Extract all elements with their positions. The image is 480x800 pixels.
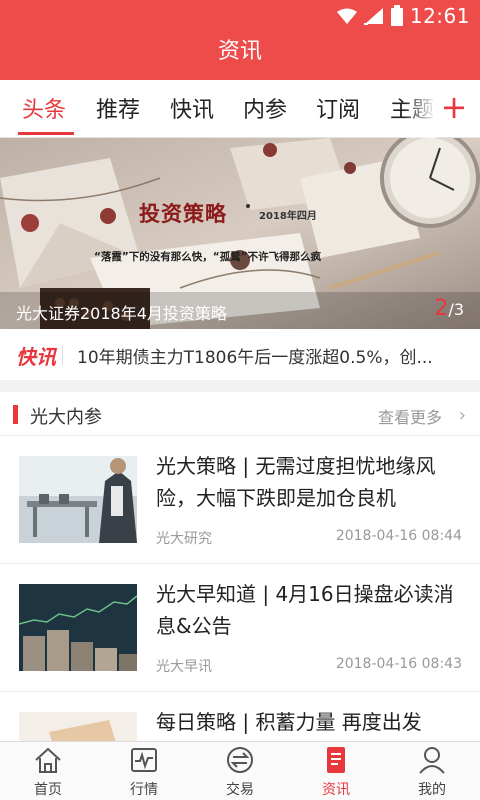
article-item[interactable]: 光大早知道 | 4月16日操盘必读消息&公告 光大早讯 2018-04-16 0… [0,564,480,691]
banner-pager-total: /3 [448,300,464,319]
wifi-icon [336,8,357,24]
active-tab-indicator [18,132,74,135]
banner-pager-current: 2 [434,296,449,321]
section-title: 光大内参 [30,407,102,428]
flash-label: 快讯 [16,345,56,369]
status-bar: 12:61 [0,0,480,32]
chevron-right-icon[interactable]: › [459,405,466,426]
article-time: 2018-04-16 08:43 [335,656,462,672]
status-time: 12:61 [409,4,470,28]
see-more-link[interactable]: 查看更多 [378,404,442,428]
news-icon [327,747,345,773]
article-source: 光大研究 [156,531,212,547]
nav-label: 资讯 [322,782,350,798]
banner-title: 投资策略 [139,201,227,226]
article-thumbnail [19,456,137,543]
nav-home[interactable]: 首页 [0,742,96,800]
app-screen: 12:61 资讯 头条 推荐 快讯 内参 订阅 主题 + [0,0,480,800]
nav-label: 首页 [34,782,62,798]
page-title: 资讯 [0,32,480,80]
banner-caption-bar: 光大证券2018年4月投资策略 2/3 [0,292,480,329]
bottom-navigation: 首页 行情 交易 资讯 我的 [0,741,480,800]
nav-profile[interactable]: 我的 [384,742,480,800]
section-accent-bar [13,405,18,424]
article-title[interactable]: 每日策略 | 积蓄力量 再度出发 [156,706,466,738]
article-thumbnail [19,584,137,671]
battery-icon [390,5,403,26]
article-source: 光大早讯 [156,659,212,675]
signal-icon [363,8,383,25]
section-header: 光大内参 查看更多 › [0,392,480,436]
nav-label: 交易 [226,782,254,798]
banner-date: 2018年四月 [259,211,317,222]
market-chart-icon [131,748,157,772]
tab-recommended[interactable]: 推荐 [96,92,140,124]
add-tab-button[interactable]: + [438,90,470,126]
nav-market[interactable]: 行情 [96,742,192,800]
nav-trade[interactable]: 交易 [192,742,288,800]
article-time: 2018-04-16 08:44 [335,528,462,544]
insider-section: 光大内参 查看更多 › 光大策略 | 无需过度担忧地缘风险，大幅下跌即是加仓良机… [0,392,480,752]
plus-icon: + [440,88,468,126]
banner-quote: “落霞”下的没有那么快，“孤鹜”不许飞得那么疯 [94,251,322,263]
tab-headlines[interactable]: 头条 [22,92,66,124]
flash-headline[interactable]: 10年期债主力T1806午后一度涨超0.5%，创... [77,343,457,368]
home-icon [35,747,61,773]
exchange-icon [227,747,253,773]
tab-insider[interactable]: 内参 [243,92,287,124]
tab-flash[interactable]: 快讯 [170,92,214,124]
banner-carousel[interactable]: 投资策略 2018年四月 “落霞”下的没有那么快，“孤鹜”不许飞得那么疯 光大证… [0,138,480,329]
nav-news[interactable]: 资讯 [288,742,384,800]
banner-caption: 光大证券2018年4月投资策略 [16,304,227,323]
flash-divider [62,345,63,365]
banner-dot [246,204,250,208]
category-tabs: 头条 推荐 快讯 内参 订阅 主题 + [0,80,480,138]
user-icon [419,747,445,774]
article-item[interactable]: 光大策略 | 无需过度担忧地缘风险，大幅下跌即是加仓良机 光大研究 2018-0… [0,436,480,563]
article-title[interactable]: 光大策略 | 无需过度担忧地缘风险，大幅下跌即是加仓良机 [156,450,466,514]
flash-news-ticker[interactable]: 快讯 10年期债主力T1806午后一度涨超0.5%，创... [0,329,480,380]
nav-label: 我的 [418,782,446,798]
banner-pager: 2/3 [434,296,464,321]
article-title[interactable]: 光大早知道 | 4月16日操盘必读消息&公告 [156,578,466,642]
nav-label: 行情 [130,782,158,798]
tab-subscribe[interactable]: 订阅 [316,92,360,124]
